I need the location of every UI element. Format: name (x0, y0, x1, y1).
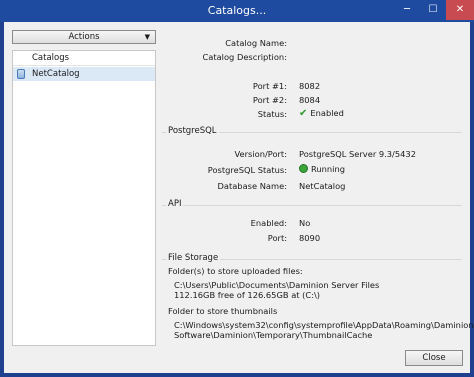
database-name-value: NetCatalog (299, 181, 346, 191)
tree-header: Catalogs (13, 51, 155, 66)
uploaded-files-path: C:\Users\Public\Documents\Daminion Serve… (174, 280, 380, 290)
uploaded-files-free-space: 112.16GB free of 126.65GB at (C:\) (174, 290, 321, 300)
api-port-value: 8090 (299, 233, 321, 243)
file-storage-group: File Storage Folder(s) to store uploaded… (162, 253, 474, 345)
api-port-label: Port: (267, 233, 287, 243)
catalog-name-label: Catalog Name: (225, 38, 287, 48)
port2-value: 8084 (299, 95, 321, 105)
status-label: Status: (257, 109, 287, 119)
catalog-info-group: Catalog Name: Catalog Description: Port … (162, 30, 462, 122)
thumbnails-label: Folder to store thumbnails (168, 306, 278, 316)
close-button[interactable]: Close (405, 350, 463, 366)
actions-dropdown-button[interactable]: Actions ▼ (12, 30, 156, 44)
minimize-button[interactable]: ─ (394, 0, 420, 20)
tree-item-label: NetCatalog (32, 69, 80, 79)
port2-label: Port #2: (252, 95, 287, 105)
chevron-down-icon: ▼ (144, 33, 150, 41)
api-group: API Enabled: No Port: 8090 (162, 199, 462, 251)
version-port-label: Version/Port: (234, 149, 287, 159)
api-enabled-label: Enabled: (250, 218, 287, 228)
api-enabled-value: No (299, 218, 311, 228)
api-title: API (166, 199, 184, 209)
close-window-button[interactable]: ✕ (446, 0, 474, 20)
check-icon: ✔ (299, 108, 308, 119)
file-storage-title: File Storage (166, 253, 221, 263)
port1-value: 8082 (299, 81, 321, 91)
window-client: Actions ▼ Catalogs NetCatalog Catalog Na… (4, 22, 474, 373)
uploaded-files-label: Folder(s) to store uploaded files: (168, 266, 303, 276)
thumbnails-path-line1: C:\Windows\system32\config\systemprofile… (174, 320, 474, 330)
database-name-label: Database Name: (217, 181, 288, 191)
port1-label: Port #1: (252, 81, 287, 91)
version-port-value: PostgreSQL Server 9.3/5432 (299, 149, 416, 159)
tree-item-netcatalog[interactable]: NetCatalog (13, 67, 155, 81)
postgresql-title: PostgreSQL (166, 126, 219, 136)
postgresql-status-value: Running (299, 164, 345, 174)
maximize-button[interactable]: ☐ (420, 0, 446, 20)
actions-label: Actions (68, 32, 100, 42)
database-icon (17, 69, 25, 79)
postgresql-group: PostgreSQL Version/Port: PostgreSQL Serv… (162, 126, 462, 196)
title-bar: Catalogs... ─ ☐ ✕ (0, 0, 474, 22)
thumbnails-path-line2: Software\Daminion\Temporary\ThumbnailCac… (174, 330, 373, 340)
status-value: ✔ Enabled (299, 108, 344, 119)
postgresql-status-text: Running (311, 164, 345, 174)
running-status-icon (299, 164, 308, 173)
postgresql-status-label: PostgreSQL Status: (207, 165, 287, 175)
catalog-tree[interactable]: Catalogs NetCatalog (12, 50, 156, 346)
catalog-description-label: Catalog Description: (202, 52, 287, 62)
status-text: Enabled (310, 108, 344, 118)
